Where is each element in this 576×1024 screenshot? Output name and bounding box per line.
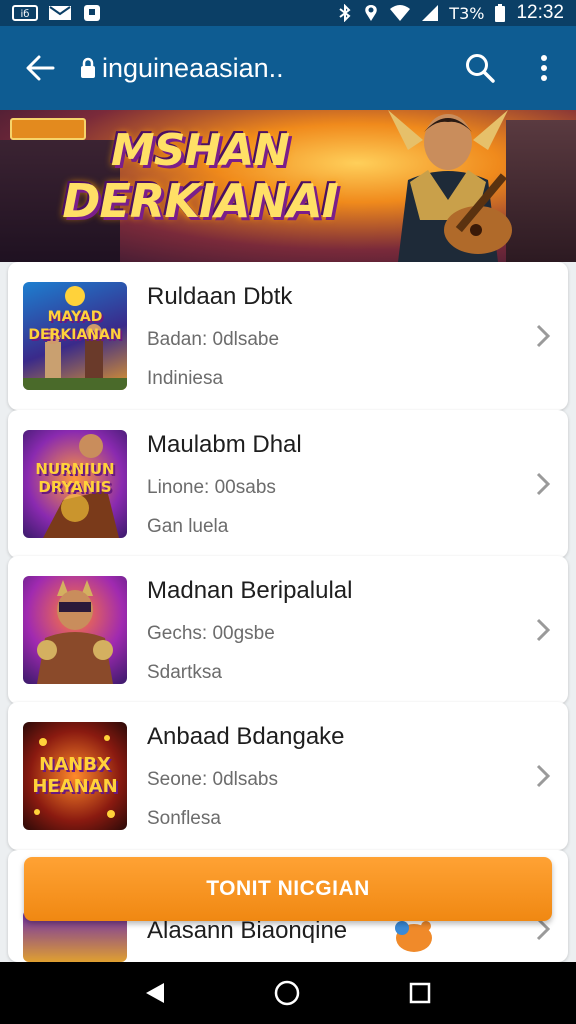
game-thumbnail: NANBX HEANAN bbox=[23, 722, 127, 830]
item-subtitle: Badan: 0dlsabe bbox=[147, 329, 280, 350]
shield-icon bbox=[84, 5, 100, 21]
app-bar: inguineaasian.. bbox=[0, 26, 576, 110]
item-title: Anbaad Bdangake bbox=[147, 723, 345, 750]
status-left: іб bbox=[12, 4, 102, 22]
chevron-right-icon bbox=[518, 702, 568, 850]
thumbnail-label: NURNIUN DRYANIS bbox=[35, 460, 115, 496]
lock-icon bbox=[81, 57, 95, 78]
more-vert-icon bbox=[541, 55, 547, 81]
status-bar: іб T3% 12:32 bbox=[0, 0, 576, 26]
search-button[interactable] bbox=[448, 26, 512, 110]
back-button[interactable] bbox=[0, 26, 80, 110]
game-thumbnail bbox=[23, 576, 127, 684]
item-text: Madnan Beripalulal Gechs: 00gsbe Sdartks… bbox=[127, 576, 518, 684]
item-meta: Sdartksa bbox=[147, 662, 222, 683]
banner-title-line1: MSHAN bbox=[110, 125, 290, 176]
list-item[interactable]: NURNIUN DRYANIS Maulabm Dhal Linone: 00s… bbox=[8, 410, 568, 558]
item-meta: Gan luela bbox=[147, 516, 229, 537]
page-title: inguineaasian.. bbox=[102, 52, 284, 83]
battery-text: T3% bbox=[449, 3, 485, 23]
primary-cta-button[interactable]: TONIT NICGIAN bbox=[24, 857, 552, 921]
item-text: Anbaad Bdangake Seone: 0dlsabs Sonflesa bbox=[127, 722, 518, 830]
chevron-right-icon bbox=[518, 410, 568, 558]
game-thumbnail: MAYAD DERKIANAN bbox=[23, 282, 127, 390]
banner-title: MSHAN DERKIANAI bbox=[60, 125, 340, 228]
status-right: T3% 12:32 bbox=[337, 2, 564, 24]
banner-hero-illustration bbox=[388, 110, 512, 262]
bluetooth-icon bbox=[339, 4, 351, 22]
thumbnail-art bbox=[37, 580, 113, 684]
item-text: Maulabm Dhal Linone: 00sabs Gan luela bbox=[127, 430, 518, 538]
back-arrow-icon bbox=[26, 55, 55, 81]
mail-icon bbox=[49, 6, 71, 20]
item-subtitle: Seone: 0dlsabs bbox=[147, 769, 278, 790]
item-title: Madnan Beripalulal bbox=[147, 577, 353, 604]
recents-square-icon[interactable] bbox=[408, 981, 432, 1005]
system-nav-bar bbox=[0, 962, 576, 1024]
promo-banner[interactable]: MSHAN DERKIANAI bbox=[0, 110, 576, 262]
chevron-right-icon bbox=[518, 556, 568, 704]
thumbnail-label: NANBX HEANAN bbox=[32, 754, 118, 797]
item-meta: Indiniesa bbox=[147, 368, 224, 389]
thumbnail-label: MAYAD DERKIANAN bbox=[28, 309, 122, 343]
game-thumbnail: NURNIUN DRYANIS bbox=[23, 430, 127, 538]
status-time: 12:32 bbox=[516, 2, 564, 23]
list-item[interactable]: MAYAD DERKIANAN Ruldaan Dbtk Badan: 0dls… bbox=[8, 262, 568, 410]
location-icon bbox=[365, 5, 378, 21]
notification-icon: іб bbox=[12, 5, 38, 21]
item-subtitle: Gechs: 00gsbe bbox=[147, 623, 275, 644]
list-item[interactable]: NANBX HEANAN Anbaad Bdangake Seone: 0dls… bbox=[8, 702, 568, 850]
title-wrap: inguineaasian.. bbox=[80, 53, 448, 84]
item-text: Ruldaan Dbtk Badan: 0dlsabe Indiniesa bbox=[127, 282, 518, 390]
list-item[interactable]: Madnan Beripalulal Gechs: 00gsbe Sdartks… bbox=[8, 556, 568, 704]
chevron-right-icon bbox=[518, 262, 568, 410]
item-title: Maulabm Dhal bbox=[147, 431, 302, 458]
back-triangle-icon[interactable] bbox=[144, 981, 166, 1005]
more-options-button[interactable] bbox=[512, 26, 576, 110]
signal-icon bbox=[422, 5, 439, 21]
battery-icon bbox=[495, 4, 506, 22]
banner-title-line2: DERKIANAI bbox=[62, 174, 339, 228]
item-subtitle: Linone: 00sabs bbox=[147, 477, 276, 498]
wifi-icon bbox=[390, 5, 411, 21]
search-icon bbox=[466, 54, 495, 83]
item-title: Ruldaan Dbtk bbox=[147, 283, 293, 310]
item-meta: Sonflesa bbox=[147, 808, 221, 829]
home-circle-icon[interactable] bbox=[273, 979, 301, 1007]
svg-text:іб: іб bbox=[21, 8, 30, 20]
